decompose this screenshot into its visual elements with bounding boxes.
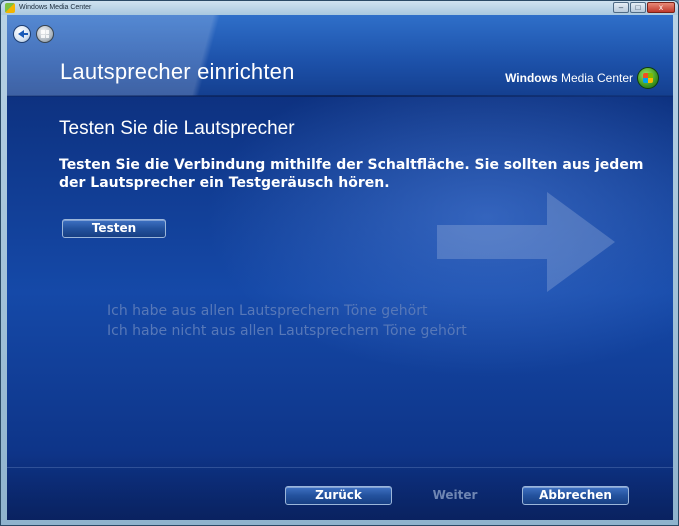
brand-text: Windows Media Center <box>505 71 633 85</box>
minimize-button[interactable]: – <box>613 2 629 13</box>
option-heard-all[interactable]: Ich habe aus allen Lautsprechern Töne ge… <box>107 301 467 321</box>
media-center-client: Lautsprecher einrichten Windows Media Ce… <box>7 15 673 520</box>
window-title: Windows Media Center <box>19 4 92 11</box>
brand-text-bold: Windows <box>505 71 558 85</box>
cancel-button[interactable]: Abbrechen <box>522 486 629 505</box>
test-button[interactable]: Testen <box>62 219 166 238</box>
header-divider <box>7 95 673 97</box>
brand-logo: Windows Media Center <box>505 66 659 90</box>
section-heading: Testen Sie die Lautsprecher <box>59 118 295 139</box>
title-bar[interactable]: Windows Media Center – □ x <box>1 1 678 15</box>
app-window: Windows Media Center – □ x Lautsprecher … <box>0 0 679 526</box>
next-button: Weiter <box>432 488 478 502</box>
brand-text-rest: Media Center <box>557 71 633 85</box>
maximize-button[interactable]: □ <box>630 2 646 13</box>
app-icon <box>5 3 15 13</box>
footer-divider <box>7 467 673 468</box>
window-controls: – □ x <box>612 2 675 14</box>
windows-flag-icon <box>41 30 49 38</box>
back-arrow-icon[interactable] <box>13 25 31 43</box>
windows-start-icon[interactable] <box>36 25 54 43</box>
media-center-logo-icon <box>637 67 659 89</box>
speaker-options: Ich habe aus allen Lautsprechern Töne ge… <box>107 301 467 341</box>
instructions-text: Testen Sie die Verbindung mithilfe der S… <box>59 157 644 191</box>
decorative-arrow-icon <box>437 192 615 292</box>
back-button[interactable]: Zurück <box>285 486 392 505</box>
option-not-heard-all[interactable]: Ich habe nicht aus allen Lautsprechern T… <box>107 321 467 341</box>
close-button[interactable]: x <box>647 2 675 13</box>
page-title: Lautsprecher einrichten <box>60 59 295 84</box>
